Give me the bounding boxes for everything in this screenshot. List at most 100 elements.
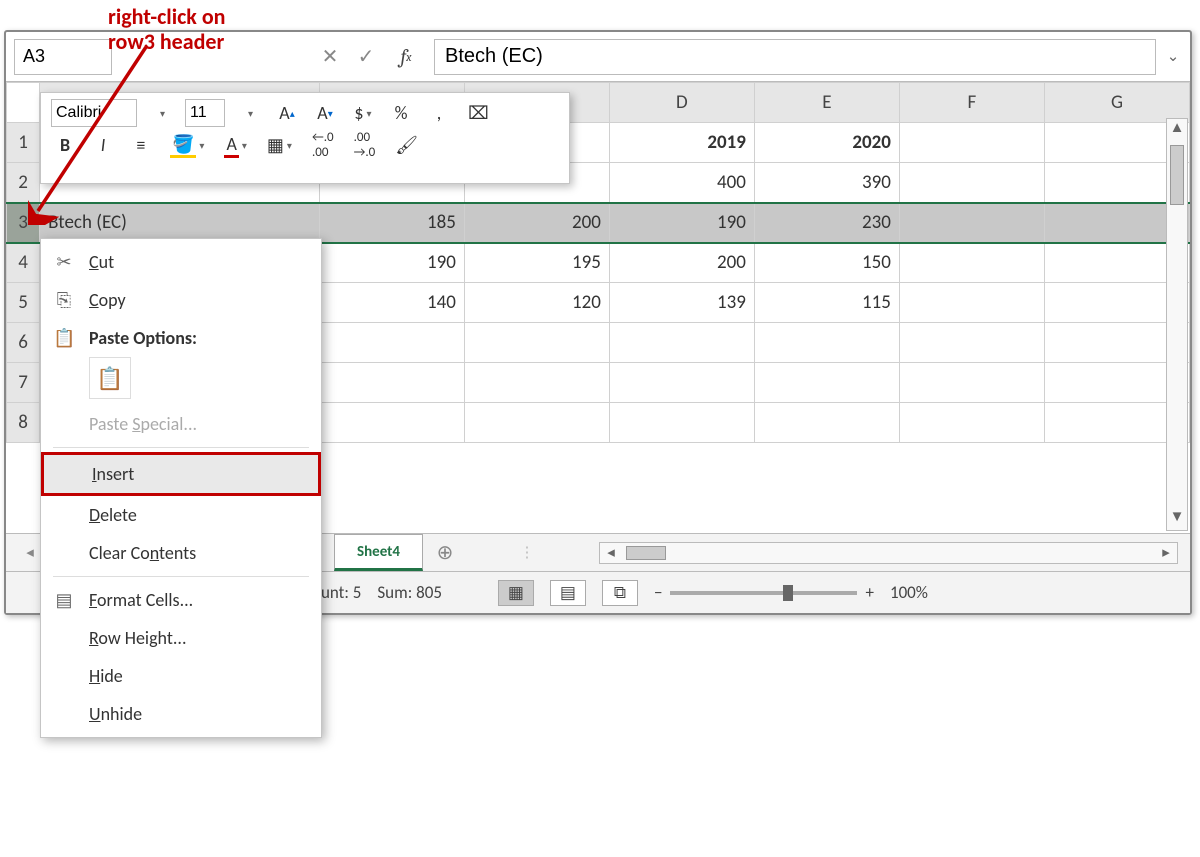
row-header-3[interactable]: 3 [7, 203, 40, 243]
expand-formula-bar-icon[interactable]: ⌄ [1156, 47, 1190, 66]
format-painter-icon[interactable]: 🖌 [390, 131, 423, 159]
zoom-slider[interactable]: − + [654, 582, 874, 603]
cell[interactable]: 185 [319, 203, 464, 243]
cell[interactable]: 140 [319, 283, 464, 323]
cell[interactable]: 190 [319, 243, 464, 283]
zoom-thumb[interactable] [783, 585, 793, 601]
increase-decimal-icon[interactable]: ←.0.00 [307, 131, 339, 159]
cell[interactable]: 115 [754, 283, 899, 323]
row-header-4[interactable]: 4 [7, 243, 40, 283]
cell[interactable]: 390 [754, 163, 899, 203]
fx-icon[interactable]: fx [384, 39, 428, 75]
cell[interactable]: 150 [754, 243, 899, 283]
vertical-scrollbar[interactable]: ▲ ▼ [1166, 118, 1188, 531]
cell[interactable]: 2019 [609, 123, 754, 163]
cell[interactable]: 120 [464, 283, 609, 323]
cell[interactable] [754, 363, 899, 403]
cell[interactable] [899, 403, 1044, 443]
merge-center-icon[interactable]: ⌧ [463, 99, 494, 127]
col-header-E[interactable]: E [754, 83, 899, 123]
name-box[interactable] [14, 39, 112, 75]
cell[interactable] [319, 403, 464, 443]
ctx-row-height[interactable]: Row Height... [41, 619, 321, 657]
font-name-input[interactable] [51, 99, 137, 127]
scroll-thumb[interactable] [1170, 145, 1184, 205]
cell[interactable]: 400 [609, 163, 754, 203]
formula-input[interactable] [434, 39, 1156, 75]
cell[interactable] [899, 203, 1044, 243]
font-color-icon[interactable]: A [219, 131, 251, 159]
row-header-8[interactable]: 8 [7, 403, 40, 443]
borders-icon[interactable]: ▦ [262, 131, 297, 159]
cell[interactable] [609, 363, 754, 403]
font-size-dropdown-icon[interactable] [235, 99, 263, 127]
scroll-left-icon[interactable]: ◂ [600, 543, 622, 562]
hscroll-thumb[interactable] [626, 546, 666, 560]
cell[interactable]: 200 [609, 243, 754, 283]
ctx-delete[interactable]: Delete [41, 496, 321, 534]
enter-icon[interactable]: ✓ [348, 39, 384, 75]
cell[interactable]: 195 [464, 243, 609, 283]
fill-color-icon[interactable]: 🪣 [165, 131, 209, 159]
decrease-decimal-icon[interactable]: .00→.0 [349, 131, 381, 159]
accounting-format-icon[interactable]: $ [349, 99, 377, 127]
italic-button[interactable]: I [89, 131, 117, 159]
cell[interactable] [754, 403, 899, 443]
scroll-up-icon[interactable]: ▲ [1167, 119, 1187, 141]
ctx-hide[interactable]: Hide [41, 657, 321, 695]
row-header-2[interactable]: 2 [7, 163, 40, 203]
new-sheet-icon[interactable]: ⊕ [423, 540, 467, 565]
paste-option-default-icon[interactable]: 📋 [89, 357, 131, 399]
font-name-dropdown-icon[interactable] [147, 99, 175, 127]
font-size-input[interactable] [185, 99, 225, 127]
cell[interactable] [319, 363, 464, 403]
col-header-G[interactable]: G [1044, 83, 1189, 123]
view-normal-icon[interactable]: ▦ [498, 580, 534, 606]
cell[interactable] [754, 323, 899, 363]
cell[interactable] [464, 363, 609, 403]
cell[interactable] [319, 323, 464, 363]
comma-format-icon[interactable]: , [425, 99, 453, 127]
ctx-format-cells[interactable]: ▤ Format Cells... [41, 581, 321, 619]
row-header-6[interactable]: 6 [7, 323, 40, 363]
cell[interactable] [899, 123, 1044, 163]
zoom-level[interactable]: 100% [890, 582, 928, 603]
ctx-clear-contents[interactable]: Clear Contents [41, 534, 321, 572]
cell[interactable]: 200 [464, 203, 609, 243]
decrease-font-icon[interactable]: A▾ [311, 99, 339, 127]
row-header-7[interactable]: 7 [7, 363, 40, 403]
horizontal-scrollbar[interactable]: ◂ ▸ [599, 542, 1178, 564]
zoom-in-icon[interactable]: + [865, 582, 873, 603]
cell[interactable] [899, 283, 1044, 323]
row-header-1[interactable]: 1 [7, 123, 40, 163]
bold-button[interactable]: B [51, 131, 79, 159]
cell[interactable]: 139 [609, 283, 754, 323]
zoom-out-icon[interactable]: − [654, 582, 662, 603]
cell[interactable] [899, 363, 1044, 403]
scroll-right-icon[interactable]: ▸ [1155, 543, 1177, 562]
percent-format-icon[interactable]: % [387, 99, 415, 127]
cell[interactable]: 190 [609, 203, 754, 243]
cell[interactable] [464, 323, 609, 363]
row-header-5[interactable]: 5 [7, 283, 40, 323]
ctx-insert[interactable]: Insert [41, 452, 321, 496]
col-header-F[interactable]: F [899, 83, 1044, 123]
cell[interactable]: Btech (EC) [40, 203, 320, 243]
increase-font-icon[interactable]: A▴ [273, 99, 301, 127]
ctx-cut[interactable]: ✂ Cut [41, 243, 321, 281]
cell[interactable] [464, 403, 609, 443]
cell[interactable] [899, 323, 1044, 363]
cancel-icon[interactable]: ✕ [312, 39, 348, 75]
sheet-tab-active[interactable]: Sheet4 [334, 534, 423, 571]
col-header-D[interactable]: D [609, 83, 754, 123]
cell[interactable] [609, 403, 754, 443]
cell[interactable] [899, 163, 1044, 203]
view-page-break-icon[interactable]: ⧉ [602, 580, 638, 606]
cell[interactable] [609, 323, 754, 363]
scroll-down-icon[interactable]: ▼ [1167, 508, 1187, 530]
select-all-corner[interactable] [7, 83, 40, 123]
ctx-unhide[interactable]: Unhide [41, 695, 321, 733]
cell[interactable]: 2020 [754, 123, 899, 163]
cell[interactable]: 230 [754, 203, 899, 243]
view-page-layout-icon[interactable]: ▤ [550, 580, 586, 606]
